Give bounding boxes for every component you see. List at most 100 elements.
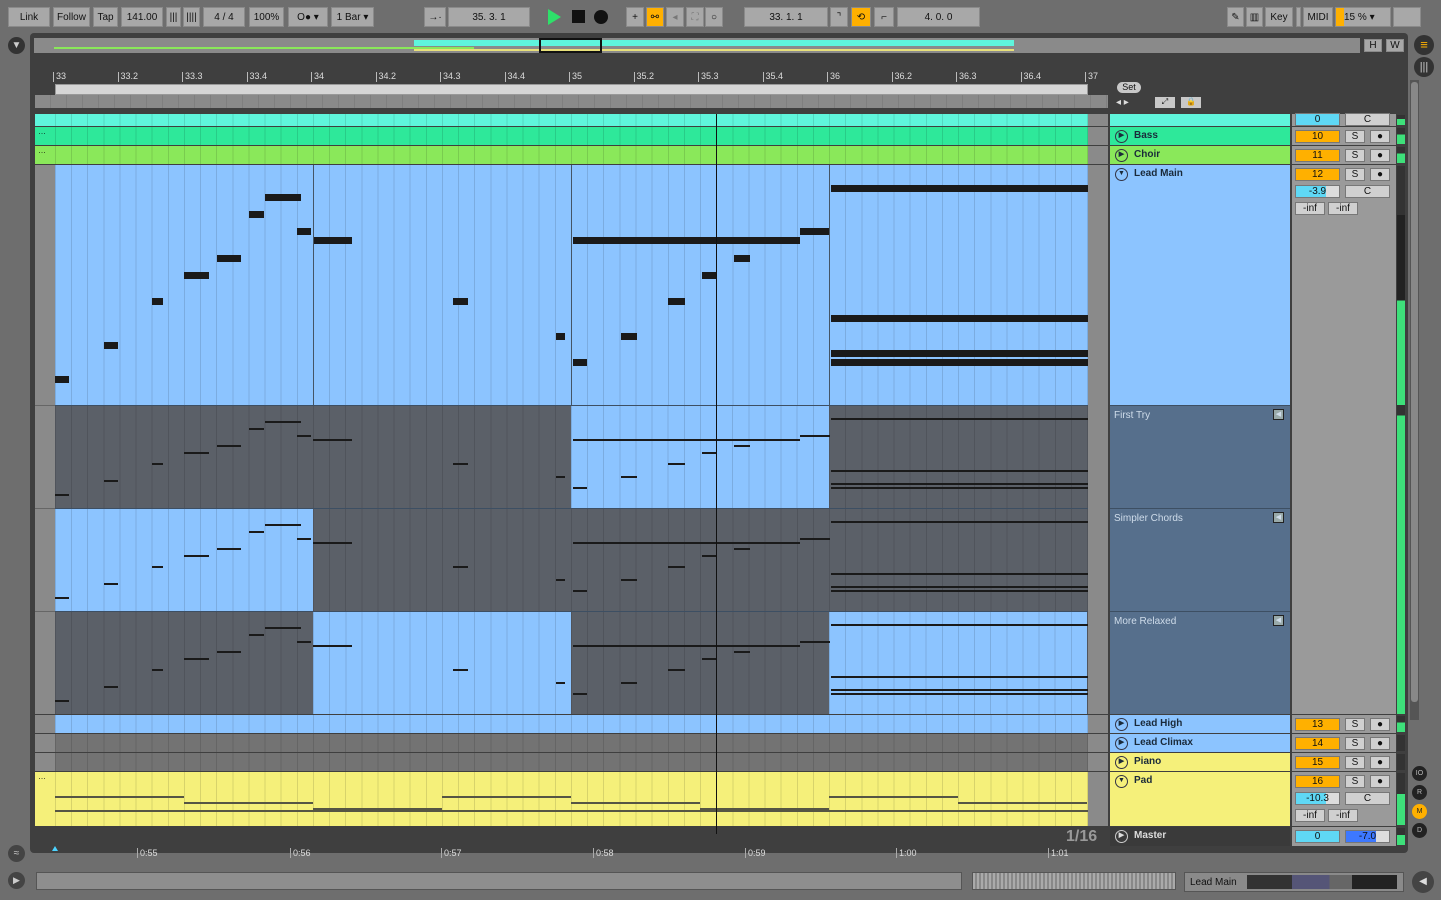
fold-open-icon[interactable]: ▼ xyxy=(1115,775,1128,788)
midi-note[interactable] xyxy=(184,555,210,558)
midi-note[interactable] xyxy=(830,486,1088,489)
back-to-arrangement-icon[interactable]: ◂ xyxy=(666,7,684,27)
cpu-meter[interactable]: 15 % ▾ xyxy=(1335,7,1391,27)
track-header[interactable]: ▶ Lead High xyxy=(1110,715,1290,733)
midi-note[interactable] xyxy=(829,796,958,798)
midi-note[interactable] xyxy=(55,376,70,384)
midi-note[interactable] xyxy=(701,658,717,661)
pan-field[interactable]: C xyxy=(1345,792,1390,805)
midi-note[interactable] xyxy=(830,572,1088,575)
midi-note[interactable] xyxy=(830,689,1088,692)
toggle-r-icon[interactable]: R xyxy=(1412,785,1427,800)
midi-note[interactable] xyxy=(572,486,588,489)
set-locator-button[interactable]: Set xyxy=(1117,82,1141,93)
comp-selection[interactable] xyxy=(313,612,571,714)
midi-note[interactable] xyxy=(830,586,1088,589)
collapse-icon[interactable]: ▼ xyxy=(8,37,25,54)
midi-note[interactable] xyxy=(734,651,751,654)
clip-fold-area[interactable]: … xyxy=(35,127,55,145)
take-lane-header[interactable]: More Relaxed ◀ xyxy=(1110,611,1290,714)
grid-indicator[interactable]: 1/16 xyxy=(1066,828,1097,846)
midi-note[interactable] xyxy=(151,668,163,671)
volume-field[interactable]: -10.3 xyxy=(1295,792,1340,805)
track-activator[interactable]: 14 xyxy=(1295,737,1340,750)
midi-note[interactable] xyxy=(452,298,468,306)
comp-selection[interactable] xyxy=(829,612,1087,714)
midi-note[interactable] xyxy=(556,579,566,582)
optimize-height-button[interactable]: H xyxy=(1364,39,1382,52)
midi-note[interactable] xyxy=(830,358,1088,366)
track-header[interactable]: ▼ Pad xyxy=(1110,772,1290,826)
midi-note[interactable] xyxy=(701,452,717,455)
midi-note[interactable] xyxy=(452,462,468,465)
quantize-dropdown[interactable]: 1 Bar ▾ xyxy=(331,7,374,27)
midi-note[interactable] xyxy=(55,796,184,798)
midi-note[interactable] xyxy=(572,541,800,544)
arm-button[interactable]: ● xyxy=(1370,737,1390,750)
midi-note[interactable] xyxy=(296,641,312,644)
solo-button[interactable]: S xyxy=(1345,756,1365,769)
midi-note[interactable] xyxy=(151,298,163,306)
midi-note[interactable] xyxy=(556,682,566,685)
track-header[interactable]: ▶ Lead Climax xyxy=(1110,734,1290,752)
midi-note[interactable] xyxy=(184,271,210,279)
arm-button[interactable]: ● xyxy=(1370,149,1390,162)
track-lane[interactable] xyxy=(55,127,1088,145)
midi-note[interactable] xyxy=(830,675,1088,678)
expand-icon[interactable]: ⤢ xyxy=(1155,97,1175,108)
track-activator[interactable]: 15 xyxy=(1295,756,1340,769)
track-lane[interactable] xyxy=(55,734,1088,752)
midi-note[interactable] xyxy=(572,692,588,695)
midi-note[interactable] xyxy=(216,651,241,654)
solo-button[interactable]: S xyxy=(1345,718,1365,731)
clip-fold-area[interactable]: … xyxy=(35,146,55,164)
track-activator[interactable]: 10 xyxy=(1295,130,1340,143)
midi-note[interactable] xyxy=(452,565,468,568)
fold-open-icon[interactable]: ▼ xyxy=(1115,168,1128,181)
midi-note[interactable] xyxy=(313,237,352,245)
midi-note[interactable] xyxy=(55,493,70,496)
midi-note[interactable] xyxy=(265,524,302,527)
midi-note[interactable] xyxy=(830,589,1088,592)
link-button[interactable]: Link xyxy=(8,7,50,27)
punch-in-icon[interactable]: ⌝ xyxy=(830,7,848,27)
fold-closed-icon[interactable]: ▶ xyxy=(1115,756,1128,769)
track-header[interactable]: ▶ Choir xyxy=(1110,146,1290,164)
track-name[interactable]: Lead Climax xyxy=(1134,737,1193,748)
play-icon[interactable] xyxy=(548,9,561,25)
midi-note[interactable] xyxy=(621,579,638,582)
track-name[interactable]: Lead High xyxy=(1134,718,1182,729)
automation-arm-icon[interactable]: ⚯ xyxy=(646,7,664,27)
midi-note[interactable] xyxy=(830,185,1088,192)
midi-note[interactable] xyxy=(621,682,638,685)
overdub-icon[interactable]: + xyxy=(626,7,644,27)
midi-note[interactable] xyxy=(572,358,588,366)
track-lane[interactable] xyxy=(55,114,1088,126)
midi-note[interactable] xyxy=(830,350,1088,358)
midi-note[interactable] xyxy=(830,624,1088,626)
midi-note[interactable] xyxy=(184,802,313,804)
midi-note[interactable] xyxy=(734,445,751,448)
midi-note[interactable] xyxy=(151,462,163,465)
midi-note[interactable] xyxy=(667,668,685,671)
midi-note[interactable] xyxy=(313,541,352,544)
midi-note[interactable] xyxy=(55,699,70,702)
midi-note[interactable] xyxy=(249,634,264,637)
clip-fold-area[interactable] xyxy=(35,753,55,771)
midi-note[interactable] xyxy=(799,435,831,438)
pan-field[interactable]: C xyxy=(1345,185,1390,198)
track-header[interactable]: ▼ Lead Main xyxy=(1110,165,1290,405)
midi-note[interactable] xyxy=(572,237,800,245)
track-name[interactable]: Choir xyxy=(1134,149,1160,160)
take-lane[interactable] xyxy=(55,611,1088,714)
midi-note[interactable] xyxy=(216,254,241,262)
stop-icon[interactable] xyxy=(572,10,585,23)
arm-button[interactable]: ● xyxy=(1370,775,1390,788)
toggle-m-icon[interactable]: M xyxy=(1412,804,1427,819)
arm-button[interactable]: ● xyxy=(1370,168,1390,181)
lock-icon[interactable]: 🔒 xyxy=(1181,97,1201,108)
midi-note[interactable] xyxy=(104,341,119,349)
tempo-field[interactable]: 141.00 xyxy=(121,7,163,27)
arm-button[interactable]: ● xyxy=(1370,756,1390,769)
midi-note[interactable] xyxy=(442,796,571,798)
